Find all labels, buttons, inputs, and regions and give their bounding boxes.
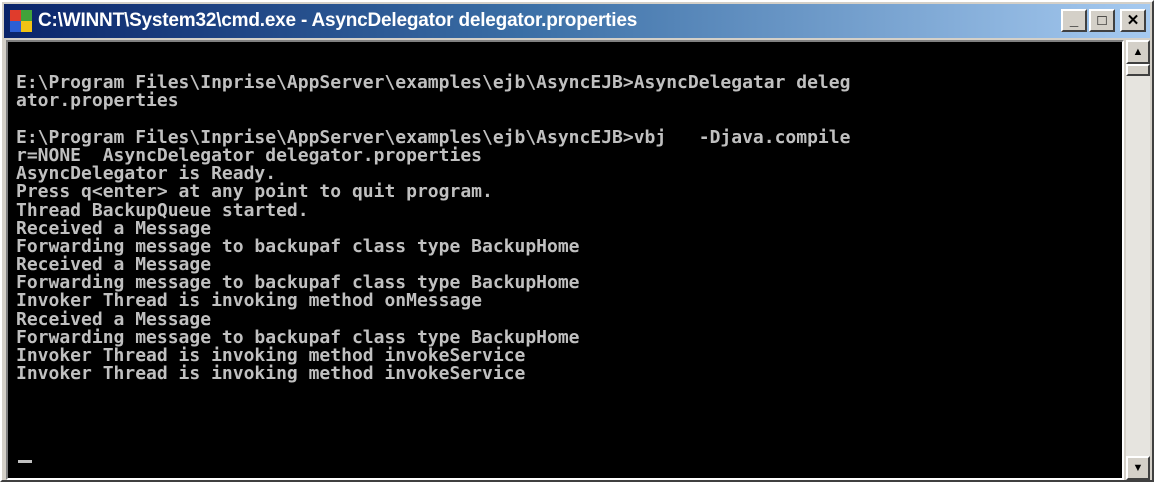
- text-cursor: [18, 460, 32, 463]
- console-line: Press q<enter> at any point to quit prog…: [16, 181, 493, 203]
- chevron-up-icon: ▲: [1132, 46, 1144, 58]
- console-line: Thread BackupQueue started.: [16, 199, 309, 221]
- console-output[interactable]: E:\Program Files\Inprise\AppServer\examp…: [6, 40, 1124, 480]
- title-buttons: _ □ ✕: [1061, 9, 1146, 32]
- cmd-window: C:\WINNT\System32\cmd.exe - AsyncDelegat…: [0, 0, 1154, 482]
- vertical-scrollbar[interactable]: ▲ ▼: [1126, 40, 1150, 480]
- chevron-down-icon: ▼: [1132, 462, 1144, 474]
- maximize-button[interactable]: □: [1089, 9, 1115, 32]
- console-line: Invoker Thread is invoking method onMess…: [16, 290, 482, 312]
- console-line: E:\Program Files\Inprise\AppServer\examp…: [16, 72, 851, 94]
- maximize-icon: □: [1097, 12, 1107, 29]
- scroll-down-button[interactable]: ▼: [1126, 456, 1150, 480]
- close-icon: ✕: [1126, 12, 1140, 29]
- minimize-button[interactable]: _: [1061, 9, 1087, 32]
- scroll-up-button[interactable]: ▲: [1126, 40, 1150, 64]
- minimize-icon: _: [1069, 12, 1079, 29]
- console-line: ator.properties: [16, 90, 179, 112]
- scroll-thumb[interactable]: [1126, 64, 1150, 76]
- console-lines: E:\Program Files\Inprise\AppServer\examp…: [16, 56, 1122, 383]
- cmd-app-icon[interactable]: [10, 10, 32, 32]
- title-bar[interactable]: C:\WINNT\System32\cmd.exe - AsyncDelegat…: [4, 4, 1150, 38]
- window-title: C:\WINNT\System32\cmd.exe - AsyncDelegat…: [38, 10, 638, 31]
- console-line: Invoker Thread is invoking method invoke…: [16, 363, 526, 385]
- close-button[interactable]: ✕: [1120, 9, 1146, 32]
